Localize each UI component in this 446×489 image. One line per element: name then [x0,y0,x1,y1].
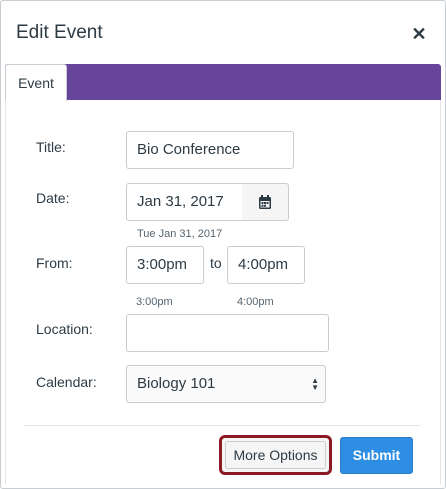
title-input[interactable]: Bio Conference [126,131,294,169]
start-time-hint: 3:00pm [136,296,173,308]
more-options-button[interactable]: More Options [225,441,326,469]
submit-button[interactable]: Submit [340,437,413,474]
date-hint: Tue Jan 31, 2017 [137,228,223,240]
to-label: to [210,255,222,271]
date-label: Date: [36,190,70,206]
location-input[interactable] [126,314,329,352]
dialog-header: Edit Event ✕ [1,1,445,63]
tab-event[interactable]: Event [5,64,67,101]
location-label: Location: [36,321,93,337]
date-picker-button[interactable] [242,183,289,221]
close-icon: ✕ [411,24,427,44]
close-button[interactable]: ✕ [407,23,431,45]
from-label: From: [36,255,73,271]
title-label: Title: [36,139,66,155]
footer-divider [24,425,420,426]
select-arrows-icon: ▲ ▼ [311,376,319,392]
dialog-title: Edit Event [16,22,103,43]
end-time-hint: 4:00pm [237,296,274,308]
tab-bar [5,64,441,100]
start-time-input[interactable]: 3:00pm [126,246,204,284]
date-input[interactable]: Jan 31, 2017 [126,183,243,221]
more-options-highlight: More Options [219,435,332,475]
end-time-input[interactable]: 4:00pm [227,246,305,284]
calendar-icon [259,194,271,209]
calendar-select-value: Biology 101 [137,375,216,392]
calendar-select[interactable]: Biology 101 ▲ ▼ [126,365,326,403]
calendar-label: Calendar: [36,374,97,390]
